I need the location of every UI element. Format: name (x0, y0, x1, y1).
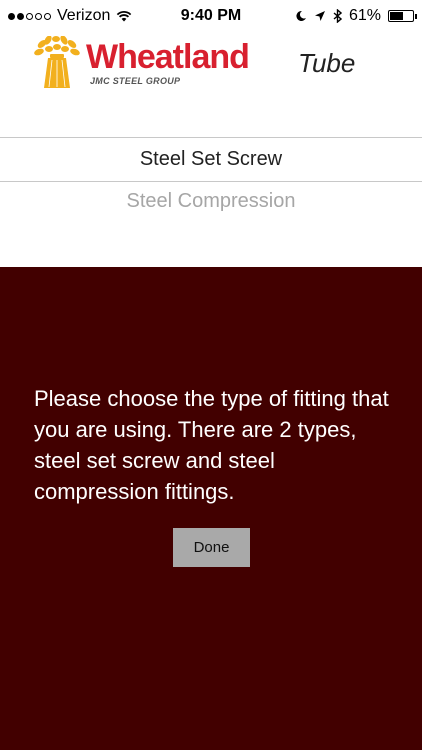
wheatland-tube-logo: Wheatland Tube JMC STEEL GROUP (34, 36, 374, 92)
logo-product: Tube (298, 48, 356, 78)
battery-percent: 61% (348, 7, 381, 24)
picker-divider-bottom (0, 181, 422, 182)
done-button[interactable]: Done (173, 528, 250, 567)
wheat-sheaf-icon (34, 36, 80, 88)
location-arrow-icon (314, 11, 325, 21)
picker-option-steel-set-screw[interactable]: Steel Set Screw (0, 148, 422, 171)
status-right: 61% (295, 7, 417, 25)
wifi-icon (117, 10, 132, 22)
status-bar: Verizon 9:40 PM 61% (0, 0, 422, 32)
logo-tagline: JMC STEEL GROUP (90, 76, 181, 86)
signal-strength-icon (8, 12, 51, 20)
carrier-label: Verizon (57, 7, 111, 24)
moon-icon (296, 10, 306, 21)
picker-divider-top (0, 137, 422, 138)
picker-option-steel-compression[interactable]: Steel Compression (0, 190, 422, 213)
battery-icon (388, 10, 417, 22)
instruction-message: Please choose the type of fitting that y… (34, 386, 389, 504)
instruction-overlay: Please choose the type of fitting that y… (0, 267, 422, 750)
battery-fill (390, 12, 403, 20)
logo-brand: Wheatland (86, 38, 250, 76)
status-left: Verizon (8, 7, 132, 25)
bluetooth-icon (333, 9, 342, 23)
